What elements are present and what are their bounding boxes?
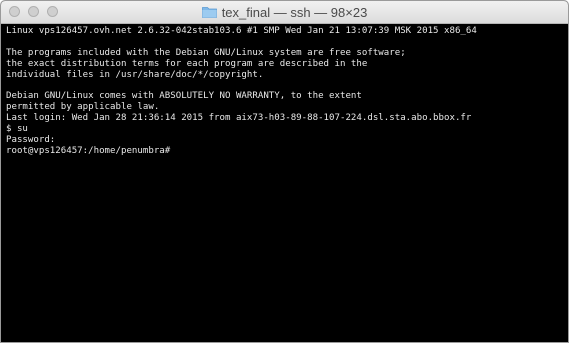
terminal-line: the exact distribution terms for each pr… [6,58,368,69]
window-title-group: tex_final — ssh — 98×23 [201,4,368,20]
terminal-line: Debian GNU/Linux comes with ABSOLUTELY N… [6,91,362,102]
terminal-line: permitted by applicable law. [6,102,160,113]
minimize-button[interactable] [28,6,39,17]
terminal-line: Password: [6,134,56,145]
title-bar[interactable]: tex_final — ssh — 98×23 [1,1,568,24]
terminal-line: Linux vps126457.ovh.net 2.6.32-042stab10… [6,26,477,36]
window-title: tex_final — ssh — 98×23 [221,4,368,20]
terminal-line: root@vps126457:/home/penumbra# [6,145,171,156]
close-button[interactable] [9,6,20,17]
folder-icon [201,6,217,18]
terminal-output[interactable]: Linux vps126457.ovh.net 2.6.32-042stab10… [1,24,568,342]
window-controls [9,6,58,17]
terminal-line: Last login: Wed Jan 28 21:36:14 2015 fro… [6,113,472,124]
terminal-line: individual files in /usr/share/doc/*/cop… [6,69,264,80]
zoom-button[interactable] [47,6,58,17]
terminal-window: tex_final — ssh — 98×23 Linux vps126457.… [0,0,569,343]
terminal-line: The programs included with the Debian GN… [6,47,406,58]
terminal-line: $ su [6,124,28,135]
